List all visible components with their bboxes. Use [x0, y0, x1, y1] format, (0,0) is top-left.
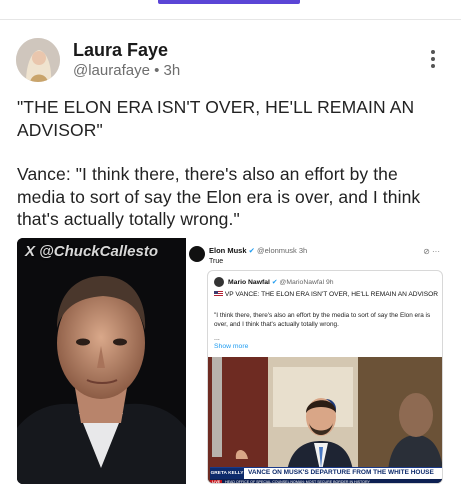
- ticker-text: HEAD OFFICE OF SPECIAL COUNSEL NOMAN: MO…: [225, 480, 370, 484]
- media-grid: X @ChuckCallesto Elon Musk ✔ @elonmusk 3…: [17, 238, 444, 484]
- quote-author: Mario Nawfal ✔ @MarioNawfal 9h: [228, 278, 334, 286]
- tweet-author: Elon Musk ✔ @elonmusk 3h: [209, 246, 307, 255]
- video-still[interactable]: GRETA KELLY VANCE ON MUSK'S DEPARTURE FR…: [208, 357, 442, 484]
- media-image-right[interactable]: Elon Musk ✔ @elonmusk 3h True ⊘ ··· Mari…: [189, 238, 444, 484]
- tweet-time: 3h: [298, 246, 308, 255]
- media-image-left[interactable]: X @ChuckCallesto: [17, 238, 186, 484]
- post-headline: "THE ELON ERA ISN'T OVER, HE'LL REMAIN A…: [17, 97, 415, 140]
- verified-icon: ✔: [248, 246, 255, 255]
- quote-handle: @MarioNawfal: [279, 279, 325, 286]
- meta-separator: •: [154, 62, 160, 79]
- quote-headline: VP VANCE: THE ELON ERA ISN'T OVER, HE'LL…: [214, 291, 438, 298]
- news-ticker: LIVE HEAD OFFICE OF SPECIAL COUNSEL NOMA…: [210, 479, 442, 484]
- quote-headline-text: VP VANCE: THE ELON ERA ISN'T OVER, HE'LL…: [224, 291, 439, 298]
- author-name[interactable]: Laura Faye: [73, 40, 168, 61]
- active-tab-indicator: [158, 0, 300, 4]
- tweet-avatar: [189, 246, 205, 262]
- author-handle[interactable]: @laurafaye: [73, 62, 150, 79]
- tweet-actions-icon: ⊘ ···: [423, 247, 440, 256]
- more-options-icon[interactable]: [429, 50, 437, 70]
- tweet-body: True: [209, 258, 224, 265]
- quote-time: 9h: [325, 279, 334, 286]
- quote-author-name: Mario Nawfal: [228, 279, 270, 286]
- post-time: 3h: [163, 62, 181, 79]
- us-flag-icon: [214, 291, 223, 298]
- quote-avatar: [214, 277, 224, 287]
- live-badge: LIVE: [210, 480, 222, 484]
- post-quote: Vance: "I think there, there's also an e…: [17, 164, 421, 229]
- quote-body: "I think there, there's also an effort b…: [214, 312, 431, 328]
- news-chyron: GRETA KELLY VANCE ON MUSK'S DEPARTURE FR…: [210, 467, 442, 480]
- show-more-link[interactable]: Show more: [214, 343, 248, 350]
- author-meta: @laurafaye • 3h: [73, 62, 180, 79]
- post-header: Laura Faye @laurafaye • 3h: [16, 38, 445, 86]
- vance-interview-icon: [208, 357, 442, 483]
- post-body: "THE ELON ERA ISN'T OVER, HE'LL REMAIN A…: [17, 96, 437, 253]
- top-divider: [0, 19, 461, 20]
- quoted-tweet: Mario Nawfal ✔ @MarioNawfal 9h VP VANCE:…: [207, 270, 443, 484]
- avatar[interactable]: [16, 38, 60, 82]
- watermark: X @ChuckCallesto: [25, 243, 158, 260]
- elon-portrait-icon: [17, 238, 186, 484]
- tweet-author-name: Elon Musk: [209, 246, 247, 255]
- chyron-text: VANCE ON MUSK'S DEPARTURE FROM THE WHITE…: [248, 469, 434, 476]
- tweet-handle: @elonmusk: [257, 246, 297, 255]
- verified-icon: ✔: [271, 279, 278, 286]
- embedded-tweet: Elon Musk ✔ @elonmusk 3h True ⊘ ···: [189, 244, 444, 266]
- quote-ellipsis: ...: [214, 335, 220, 342]
